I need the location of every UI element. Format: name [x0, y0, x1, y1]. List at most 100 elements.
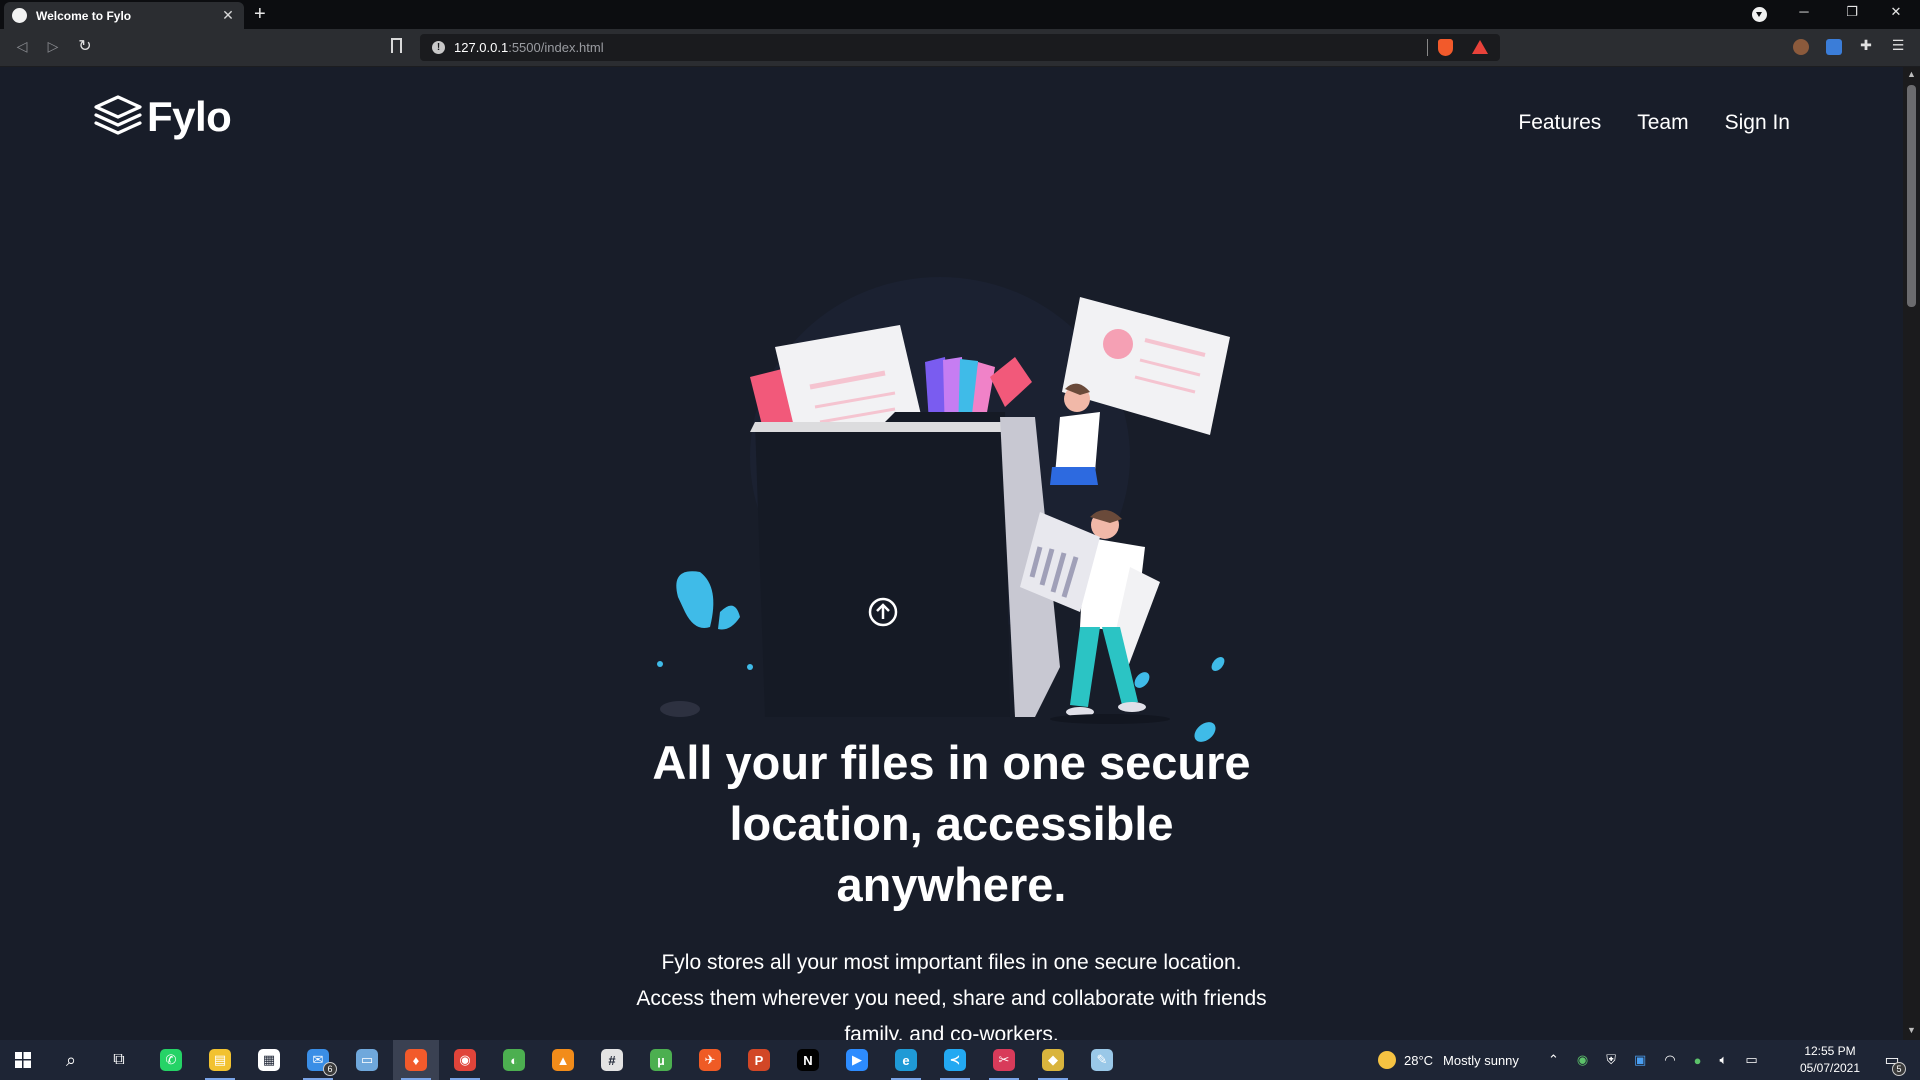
layers-icon: [94, 95, 142, 135]
scroll-down-icon[interactable]: ▼: [1907, 1025, 1916, 1035]
hero-subtext: Fylo stores all your most important file…: [636, 951, 1267, 1040]
web-page: Fylo Features Team Sign In All your file…: [0, 67, 1903, 1040]
bookmark-icon[interactable]: [391, 38, 402, 54]
forward-icon[interactable]: ▷: [43, 38, 63, 55]
slack-icon: #: [601, 1049, 623, 1071]
volume-icon[interactable]: 🔈︎: [1720, 1052, 1728, 1068]
taskbar-app-chrome-canary[interactable]: ◐: [491, 1040, 537, 1080]
brave-icon: ♦: [405, 1049, 427, 1071]
taskbar-app-mail[interactable]: ✉ 6: [295, 1040, 341, 1080]
task-view-icon: ⧉: [113, 1051, 125, 1068]
taskbar-app-snipping-tool[interactable]: ✂: [981, 1040, 1027, 1080]
chrome-canary-icon: ◐: [503, 1049, 525, 1071]
tray-globe-icon[interactable]: ●: [1694, 1053, 1702, 1068]
hero-headline: All your files in one secure location, a…: [652, 736, 1251, 911]
close-window-button[interactable]: ✕: [1880, 4, 1912, 20]
site-logo[interactable]: Fylo: [93, 93, 232, 141]
wifi-icon[interactable]: ◠: [1664, 1052, 1675, 1068]
taskbar-app-zoom[interactable]: ▶: [834, 1040, 880, 1080]
browser-tab[interactable]: Welcome to Fylo ✕: [4, 2, 244, 29]
menu-icon[interactable]: ☰: [1888, 37, 1908, 54]
nav-link-team[interactable]: Team: [1637, 111, 1688, 135]
tab-close-icon[interactable]: ✕: [220, 7, 236, 24]
zoom-icon: ▶: [846, 1049, 868, 1071]
tray-app-icon[interactable]: ◉: [1577, 1052, 1588, 1068]
security-icon[interactable]: ⛨: [1606, 1052, 1616, 1068]
task-view-button[interactable]: ⧉: [96, 1040, 142, 1080]
search-icon: ⌕: [65, 1049, 77, 1070]
site-info-icon[interactable]: !: [432, 41, 445, 54]
taskbar-app-file-explorer[interactable]: ▤: [197, 1040, 243, 1080]
new-tab-button[interactable]: +: [254, 3, 266, 25]
tray-w-icon[interactable]: ▣: [1634, 1052, 1646, 1068]
brave-rewards-icon[interactable]: [1472, 40, 1488, 54]
store-icon: ▦: [258, 1049, 280, 1071]
globe-icon: [12, 8, 27, 23]
system-tray: ⌃ ◉ ⛨ ▣ ◠ ● 🔈︎ ▭: [1548, 1040, 1758, 1080]
main-nav: Features Team Sign In: [1518, 111, 1790, 135]
taskbar-app-utorrent[interactable]: µ: [638, 1040, 684, 1080]
whatsapp-icon: ✆: [160, 1049, 182, 1071]
translate-extension-icon[interactable]: [1826, 39, 1842, 55]
url-text[interactable]: 127.0.0.1:5500/index.html: [454, 40, 604, 55]
git-icon: ◆: [1042, 1049, 1064, 1071]
windows-logo-icon: [15, 1052, 31, 1068]
vscode-icon: ≺: [944, 1049, 966, 1071]
scroll-thumb[interactable]: [1907, 85, 1916, 307]
chrome-icon: ◉: [454, 1049, 476, 1071]
edge-icon: e: [895, 1049, 917, 1071]
postman-icon: ✈: [699, 1049, 721, 1071]
taskbar-app-vscode[interactable]: ≺: [932, 1040, 978, 1080]
extension-icon-1[interactable]: [1793, 39, 1809, 55]
address-bar[interactable]: ! 127.0.0.1:5500/index.html: [420, 34, 1500, 61]
taskbar-app-powerpoint-app[interactable]: P: [736, 1040, 782, 1080]
taskbar-app-postman[interactable]: ✈: [687, 1040, 733, 1080]
taskbar-app-slack[interactable]: #: [589, 1040, 635, 1080]
hero-illustration: [657, 277, 1230, 742]
taskbar-app-edge[interactable]: e: [883, 1040, 929, 1080]
windows-taskbar: ⌕ ⧉ ✆ ▤ ▦ ✉ 6 ▭ ♦ ◉ ◐ ▲ # µ ✈ P N ▶ e ≺ ✂ ◆ ✎ 28°C Mostly su…: [0, 1040, 1920, 1080]
reload-icon[interactable]: ↻: [75, 36, 95, 56]
page-scrollbar[interactable]: ▲ ▼: [1903, 67, 1920, 1040]
taskbar-app-vlc[interactable]: ▲: [540, 1040, 586, 1080]
snipping-tool-icon: ✂: [993, 1049, 1015, 1071]
powerpoint-app-icon: P: [748, 1049, 770, 1071]
browser-tab-strip: Welcome to Fylo ✕ + ─ ❐ ✕: [0, 0, 1920, 29]
weather-temp: 28°C: [1404, 1052, 1434, 1068]
taskbar-app-brave[interactable]: ♦: [393, 1040, 439, 1080]
scroll-up-icon[interactable]: ▲: [1907, 69, 1916, 79]
taskbar-app-store[interactable]: ▦: [246, 1040, 292, 1080]
brave-shield-icon[interactable]: [1438, 39, 1453, 56]
nav-link-sign-in[interactable]: Sign In: [1725, 111, 1790, 135]
mail-badge: 6: [323, 1062, 337, 1076]
taskbar-app-git[interactable]: ◆: [1030, 1040, 1076, 1080]
start-button[interactable]: [0, 1040, 46, 1080]
media-control-icon[interactable]: [1752, 7, 1767, 22]
utorrent-icon: µ: [650, 1049, 672, 1071]
restore-button[interactable]: ❐: [1836, 4, 1868, 20]
battery-icon[interactable]: ▭: [1745, 1052, 1757, 1068]
clock[interactable]: 12:55 PM 05/07/2021: [1795, 1043, 1865, 1077]
tray-overflow-icon[interactable]: ⌃: [1548, 1052, 1559, 1068]
minimize-button[interactable]: ─: [1788, 4, 1820, 19]
back-icon[interactable]: ◁: [12, 38, 32, 55]
vlc-icon: ▲: [552, 1049, 574, 1071]
taskbar-app-netflix[interactable]: N: [785, 1040, 831, 1080]
logo-text: Fylo: [147, 93, 232, 140]
taskbar-app-laptop[interactable]: ▭: [344, 1040, 390, 1080]
laptop-icon: ▭: [356, 1049, 378, 1071]
file-explorer-icon: ▤: [209, 1049, 231, 1071]
browser-toolbar: ◁ ▷ ↻ ! 127.0.0.1:5500/index.html ✚ ☰: [0, 29, 1920, 67]
notification-badge: 5: [1892, 1062, 1906, 1076]
weather-widget[interactable]: 28°C Mostly sunny: [1378, 1040, 1519, 1080]
tab-title: Welcome to Fylo: [36, 8, 132, 23]
nav-link-features[interactable]: Features: [1518, 111, 1601, 135]
taskbar-app-chrome[interactable]: ◉: [442, 1040, 488, 1080]
netflix-icon: N: [797, 1049, 819, 1071]
search-button[interactable]: ⌕: [48, 1040, 94, 1080]
taskbar-app-notepad[interactable]: ✎: [1079, 1040, 1125, 1080]
taskbar-app-whatsapp[interactable]: ✆: [148, 1040, 194, 1080]
extensions-puzzle-icon[interactable]: ✚: [1856, 37, 1876, 54]
notification-center-button[interactable]: ▭ 5: [1872, 1040, 1912, 1080]
sun-icon: [1378, 1051, 1396, 1069]
